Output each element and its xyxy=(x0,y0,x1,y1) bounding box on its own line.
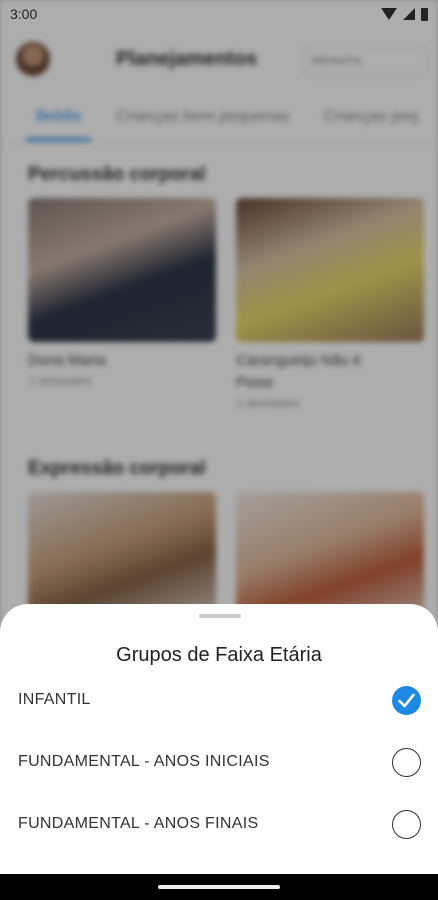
status-bar: 3:00 xyxy=(0,0,438,28)
status-time: 3:00 xyxy=(10,6,38,22)
check-circle-icon[interactable] xyxy=(392,686,421,715)
home-gesture-pill[interactable] xyxy=(158,885,280,889)
radio-unchecked-icon[interactable] xyxy=(392,748,421,777)
option-fundamental-anos-iniciais[interactable]: FUNDAMENTAL - ANOS INICIAIS xyxy=(0,738,438,788)
battery-icon xyxy=(421,7,428,21)
drag-handle[interactable] xyxy=(199,614,241,618)
option-label: INFANTIL xyxy=(18,691,91,708)
signal-icon xyxy=(403,8,415,20)
wifi-icon xyxy=(381,8,397,20)
option-fundamental-anos-finais[interactable]: FUNDAMENTAL - ANOS FINAIS xyxy=(0,800,438,850)
option-infantil[interactable]: INFANTIL xyxy=(0,676,438,726)
option-label: FUNDAMENTAL - ANOS INICIAIS xyxy=(18,753,270,770)
option-label: FUNDAMENTAL - ANOS FINAIS xyxy=(18,815,259,832)
navigation-bar xyxy=(0,874,438,900)
bottom-sheet: Grupos de Faixa Etária INFANTIL FUNDAMEN… xyxy=(0,604,438,874)
radio-unchecked-icon[interactable] xyxy=(392,810,421,839)
sheet-title: Grupos de Faixa Etária xyxy=(116,644,322,666)
